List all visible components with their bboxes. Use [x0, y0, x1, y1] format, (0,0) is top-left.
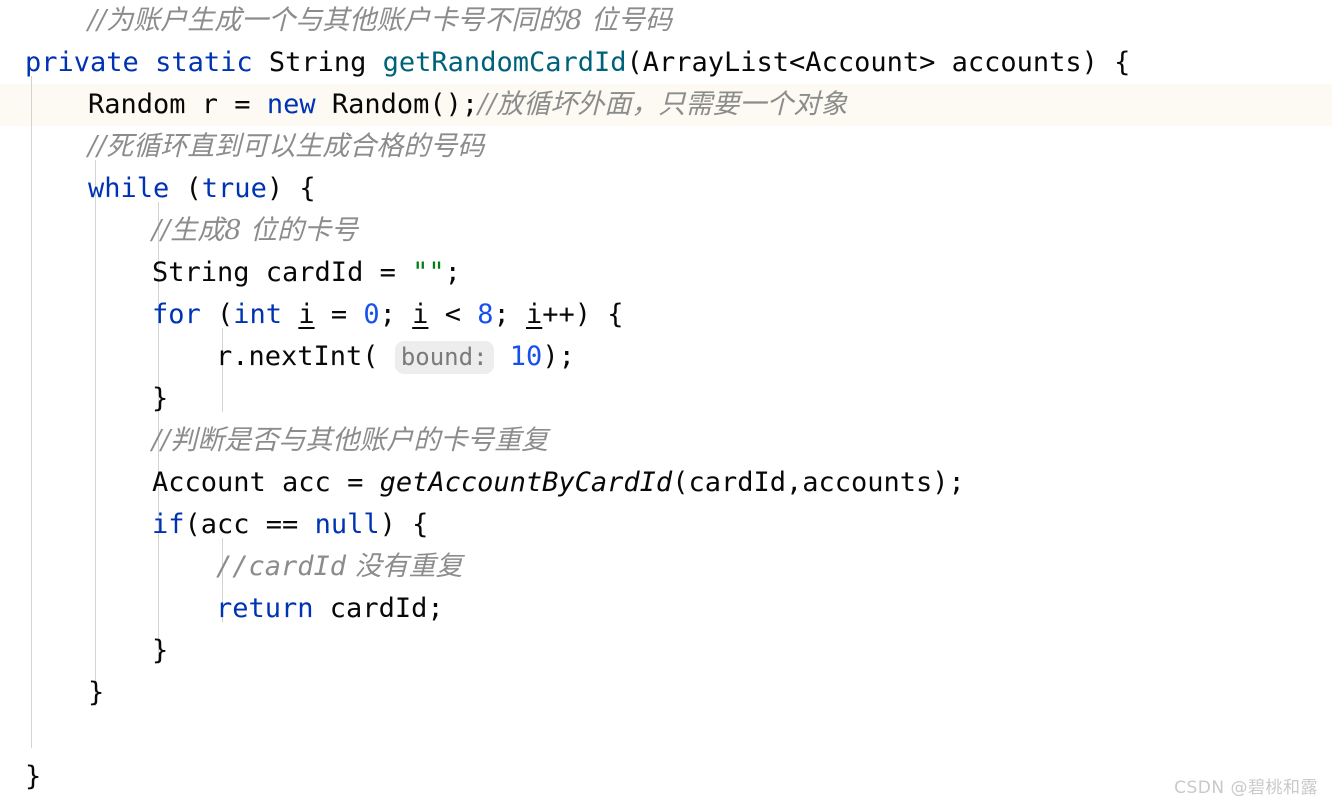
- code-token: "": [412, 257, 445, 288]
- code-token: getAccountByCardId: [379, 467, 673, 498]
- code-token: int: [233, 299, 283, 330]
- code-line[interactable]: }: [152, 378, 168, 420]
- code-token: ;: [379, 299, 413, 330]
- code-token: (acc ==: [184, 509, 315, 540]
- code-token: ;: [444, 257, 461, 288]
- code-token: ) {: [379, 509, 429, 540]
- code-line[interactable]: Random r = new Random();//放循坏外面，只需要一个对象: [88, 84, 847, 126]
- code-token: r.nextInt(: [216, 341, 379, 372]
- code-token: if: [152, 509, 185, 540]
- code-token: //放循坏外面，只需要一个对象: [478, 89, 848, 120]
- code-token: =: [314, 299, 364, 330]
- code-line[interactable]: }: [88, 672, 104, 714]
- code-token: //死循环直到可以生成合格的号码: [88, 131, 485, 162]
- code-line[interactable]: private static String getRandomCardId(Ar…: [25, 42, 1130, 84]
- code-token: //cardId: [216, 551, 347, 582]
- code-token: //为账户生成一个与其他账户卡号不同的: [88, 5, 566, 36]
- code-token: true: [201, 173, 267, 204]
- code-token: 8: [224, 215, 242, 246]
- code-line[interactable]: //为账户生成一个与其他账户卡号不同的8 位号码: [88, 0, 672, 42]
- code-token: getRandomCardId: [382, 47, 627, 78]
- code-token: 位的卡号: [241, 215, 358, 246]
- code-token: <: [428, 299, 478, 330]
- code-line[interactable]: for (int i = 0; i < 8; i++) {: [152, 294, 624, 336]
- code-line[interactable]: //cardId 没有重复: [216, 546, 463, 588]
- code-token: 10: [509, 341, 543, 372]
- code-token: }: [25, 761, 42, 792]
- code-token: i: [526, 299, 543, 330]
- code-token: static: [155, 47, 253, 78]
- code-line[interactable]: if(acc == null) {: [152, 504, 428, 546]
- code-token: }: [152, 383, 169, 414]
- code-token: cardId;: [313, 593, 444, 624]
- code-token: ;: [493, 299, 526, 330]
- code-token: 0: [363, 299, 380, 330]
- code-token: (cardId,accounts);: [672, 467, 965, 498]
- csdn-watermark: CSDN @碧桃和露: [1174, 778, 1318, 798]
- code-token: bound:: [394, 341, 494, 374]
- code-token: while: [88, 173, 170, 204]
- code-token: }: [88, 677, 105, 708]
- code-token: 8: [477, 299, 494, 330]
- code-line[interactable]: //判断是否与其他账户的卡号重复: [152, 420, 548, 462]
- code-line[interactable]: //死循环直到可以生成合格的号码: [88, 126, 484, 168]
- code-token: i: [412, 299, 429, 330]
- code-token: i: [298, 299, 315, 330]
- indent-guide: [31, 76, 32, 748]
- code-line[interactable]: Account acc = getAccountByCardId(cardId,…: [152, 462, 965, 504]
- code-token: private: [25, 47, 139, 78]
- code-token: ) {: [266, 173, 316, 204]
- code-line[interactable]: //生成8 位的卡号: [152, 210, 358, 252]
- code-token: 8: [565, 5, 583, 36]
- code-line[interactable]: return cardId;: [216, 588, 444, 630]
- code-token: );: [542, 341, 575, 372]
- code-token: for: [152, 299, 201, 330]
- code-token: (ArrayList<Account> accounts) {: [626, 47, 1131, 78]
- code-token: }: [152, 635, 169, 666]
- code-token: Random();: [315, 89, 479, 120]
- code-token: ++) {: [542, 299, 624, 330]
- code-token: String: [252, 47, 383, 78]
- code-token: new: [266, 89, 316, 120]
- code-line[interactable]: r.nextInt( bound: 10);: [216, 336, 575, 378]
- code-line[interactable]: while (true) {: [88, 168, 316, 210]
- code-line[interactable]: String cardId = "";: [152, 252, 461, 294]
- code-token: (: [169, 173, 202, 204]
- code-token: null: [314, 509, 380, 540]
- code-token: Account acc =: [152, 467, 380, 498]
- indent-guide: [95, 160, 96, 706]
- code-token: 位号码: [582, 5, 672, 36]
- code-token: (: [200, 299, 234, 330]
- code-token: String cardId =: [152, 257, 413, 288]
- code-token: //判断是否与其他账户的卡号重复: [152, 425, 549, 456]
- code-editor[interactable]: //为账户生成一个与其他账户卡号不同的8 位号码 private static S…: [0, 0, 1332, 804]
- code-token: //生成: [152, 215, 225, 246]
- code-token: 没有重复: [346, 551, 463, 582]
- code-line[interactable]: }: [25, 756, 41, 798]
- code-token: Random r =: [88, 89, 267, 120]
- code-token: return: [216, 593, 314, 624]
- code-line[interactable]: }: [152, 630, 168, 672]
